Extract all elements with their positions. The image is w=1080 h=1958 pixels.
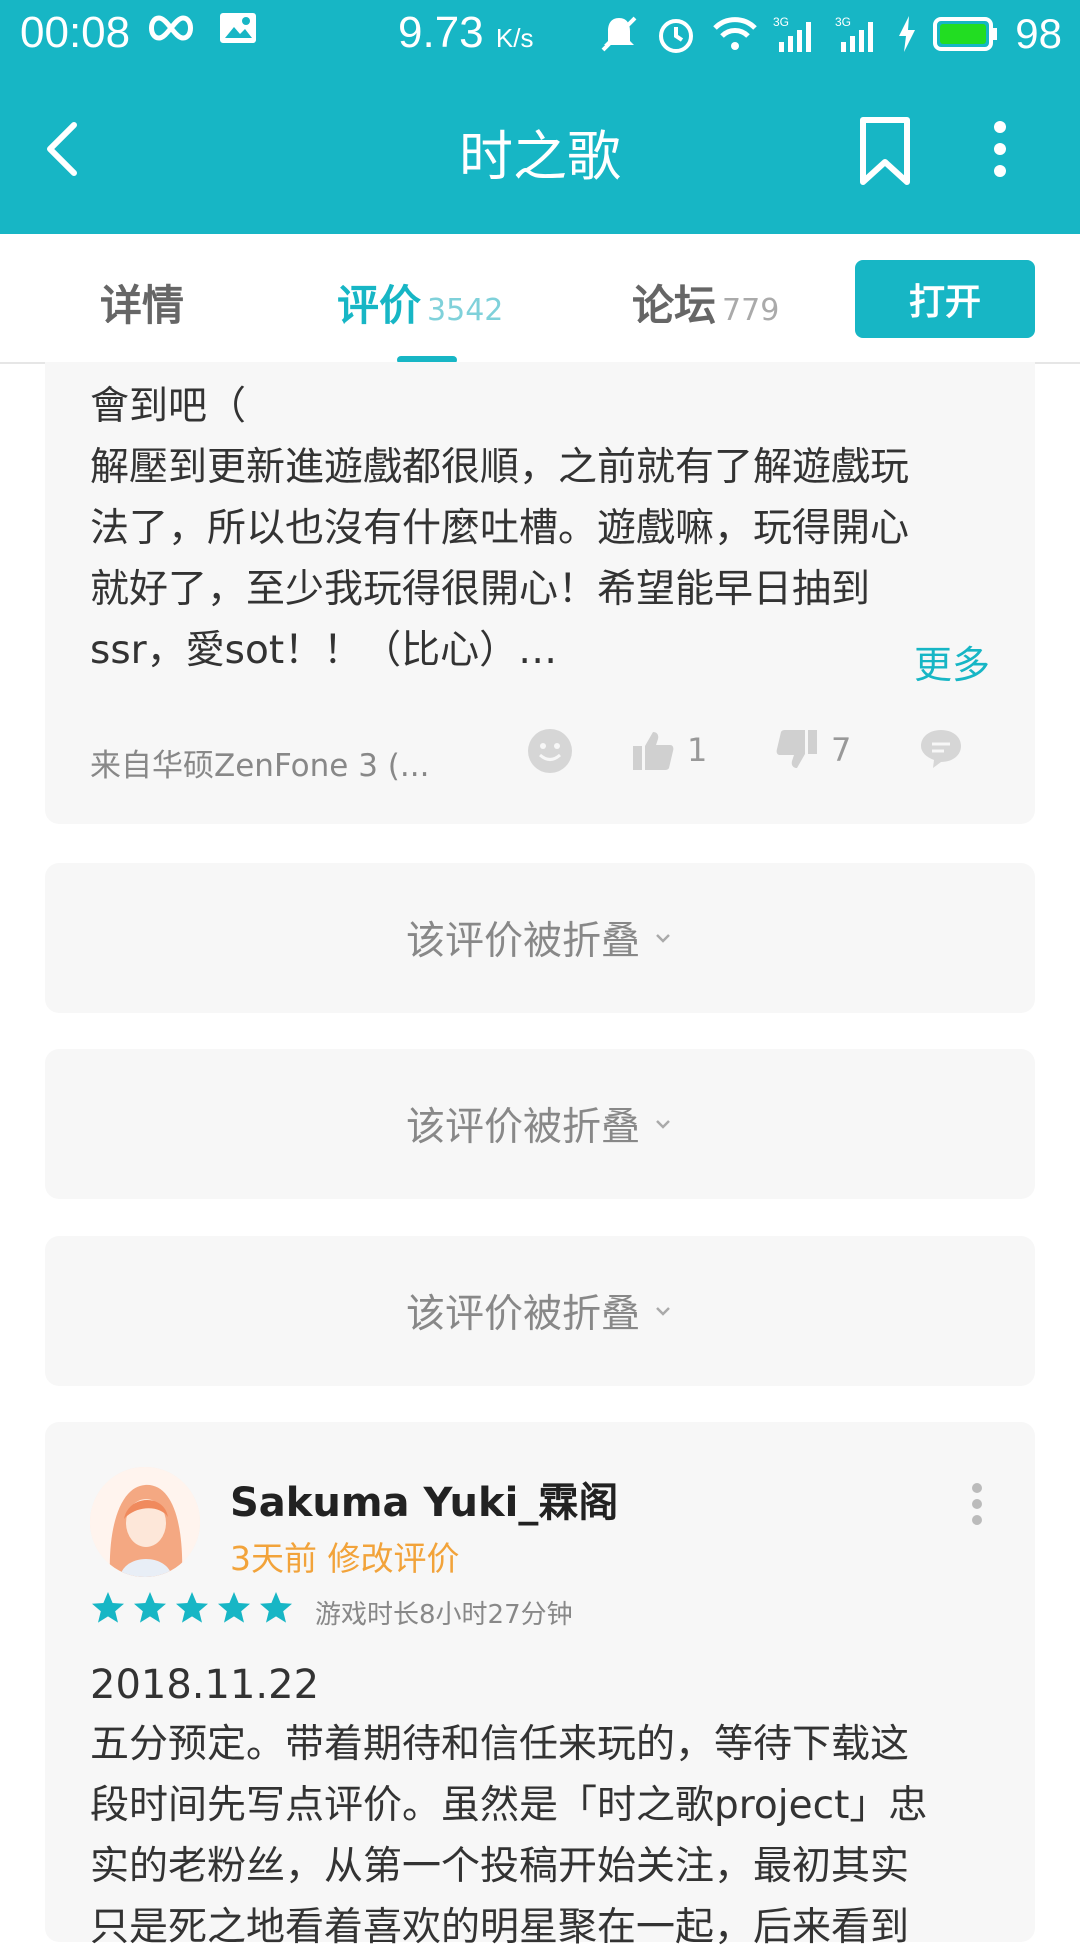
- folded-label: 该评价被折叠: [405, 919, 640, 964]
- review-card: 會到吧（ 解壓到更新進遊戲都很順，之前就有了解遊戲玩 法了，所以也沒有什麼吐槽。…: [45, 362, 1035, 824]
- folded-review[interactable]: 该评价被折叠: [45, 863, 1035, 1013]
- dislike-button[interactable]: 7: [775, 728, 851, 772]
- like-button[interactable]: 1: [631, 728, 707, 772]
- review-date: 2018.11.22: [90, 1662, 320, 1708]
- tab-forum[interactable]: 论坛 779: [632, 272, 779, 333]
- review-text-line: 段时间先写点评价。虽然是「时之歌project」忠: [90, 1783, 928, 1828]
- tab-bar: 详情 评价 3542 论坛 779 打开: [0, 234, 1080, 364]
- review-text-line: 实的老粉丝，从第一个投稿开始关注，最初其实: [90, 1844, 910, 1889]
- svg-text:3G: 3G: [835, 15, 851, 29]
- tab-reviews[interactable]: 评价 3542: [337, 272, 503, 333]
- tab-details[interactable]: 详情: [100, 272, 184, 333]
- review-meta: 3天前 修改评价: [230, 1539, 460, 1578]
- dislike-count: 7: [831, 731, 852, 769]
- chevron-down-icon: [656, 934, 670, 943]
- folded-review[interactable]: 该评价被折叠: [45, 1049, 1035, 1199]
- app-bar: 时之歌: [0, 64, 1080, 234]
- star-icon: [176, 1592, 208, 1623]
- open-button[interactable]: 打开: [855, 260, 1035, 338]
- review-card: Sakuma Yuki_霖阁 3天前 修改评价 游戏时长8小时27分钟 2018…: [45, 1422, 1035, 1950]
- avatar[interactable]: [90, 1467, 200, 1577]
- thumbs-up-icon: [633, 732, 674, 770]
- chevron-down-icon: [656, 1120, 670, 1129]
- rating-stars: [90, 1590, 294, 1626]
- alarm-icon: [659, 19, 694, 53]
- playtime-label: 游戏时长8小时27分钟: [315, 1600, 573, 1630]
- more-link[interactable]: 更多: [914, 634, 990, 689]
- page-title: 时之歌: [459, 125, 621, 188]
- infinity-icon: [149, 15, 193, 41]
- review-text-line: 五分预定。带着期待和信任来玩的，等待下载这: [90, 1722, 910, 1767]
- signal-3g-icon: 3G: [773, 15, 812, 52]
- folded-label: 该评价被折叠: [405, 1105, 640, 1150]
- battery-level: 98: [1015, 10, 1062, 57]
- thumbs-down-icon: [776, 730, 817, 768]
- review-text-line: 會到吧（: [90, 384, 247, 429]
- review-text-line: 法了，所以也沒有什麼吐槽。遊戲嘛，玩得開心: [90, 506, 910, 551]
- battery-icon: [933, 17, 998, 51]
- like-count: 1: [687, 731, 708, 769]
- image-icon: [220, 13, 256, 43]
- wifi-icon: [713, 17, 758, 50]
- status-bar: 00:08 9.73 K/s 3G 3G 98: [0, 0, 1080, 64]
- signal-3g-icon: 3G: [835, 15, 874, 52]
- charging-icon: [899, 16, 916, 52]
- comment-icon: [921, 730, 961, 768]
- review-text-line: ssr，愛sot！！（比心）…: [90, 628, 558, 673]
- folded-label: 该评价被折叠: [405, 1292, 640, 1337]
- review-body: 五分预定。带着期待和信任来玩的，等待下载这 段时间先写点评价。虽然是「时之歌pr…: [90, 1714, 1020, 1958]
- chevron-down-icon: [656, 1307, 670, 1316]
- review-text-line: 只是死之地看着喜欢的明星聚在一起，后来看到: [90, 1905, 910, 1950]
- comment-button[interactable]: [919, 728, 963, 770]
- star-icon: [218, 1592, 250, 1623]
- kebab-menu-icon[interactable]: [971, 1482, 983, 1526]
- smiley-icon: [528, 729, 572, 773]
- more-icon[interactable]: [985, 119, 1015, 179]
- review-text-line: 就好了，至少我玩得很開心！希望能早日抽到: [90, 567, 871, 612]
- star-icon: [134, 1592, 166, 1623]
- star-icon: [92, 1592, 124, 1623]
- emoji-button[interactable]: [527, 728, 573, 774]
- bookmark-icon[interactable]: [855, 116, 915, 186]
- username[interactable]: Sakuma Yuki_霖阁: [230, 1470, 618, 1528]
- mute-icon: [601, 16, 637, 52]
- device-label: 来自华硕ZenFone 3 (...: [90, 748, 430, 784]
- svg-text:3G: 3G: [773, 15, 789, 29]
- status-time: 00:08: [20, 8, 131, 57]
- review-text-line: 解壓到更新進遊戲都很順，之前就有了解遊戲玩: [90, 445, 910, 490]
- network-speed: 9.73 K/s: [398, 8, 534, 57]
- folded-review[interactable]: 该评价被折叠: [45, 1236, 1035, 1386]
- star-icon: [260, 1592, 292, 1623]
